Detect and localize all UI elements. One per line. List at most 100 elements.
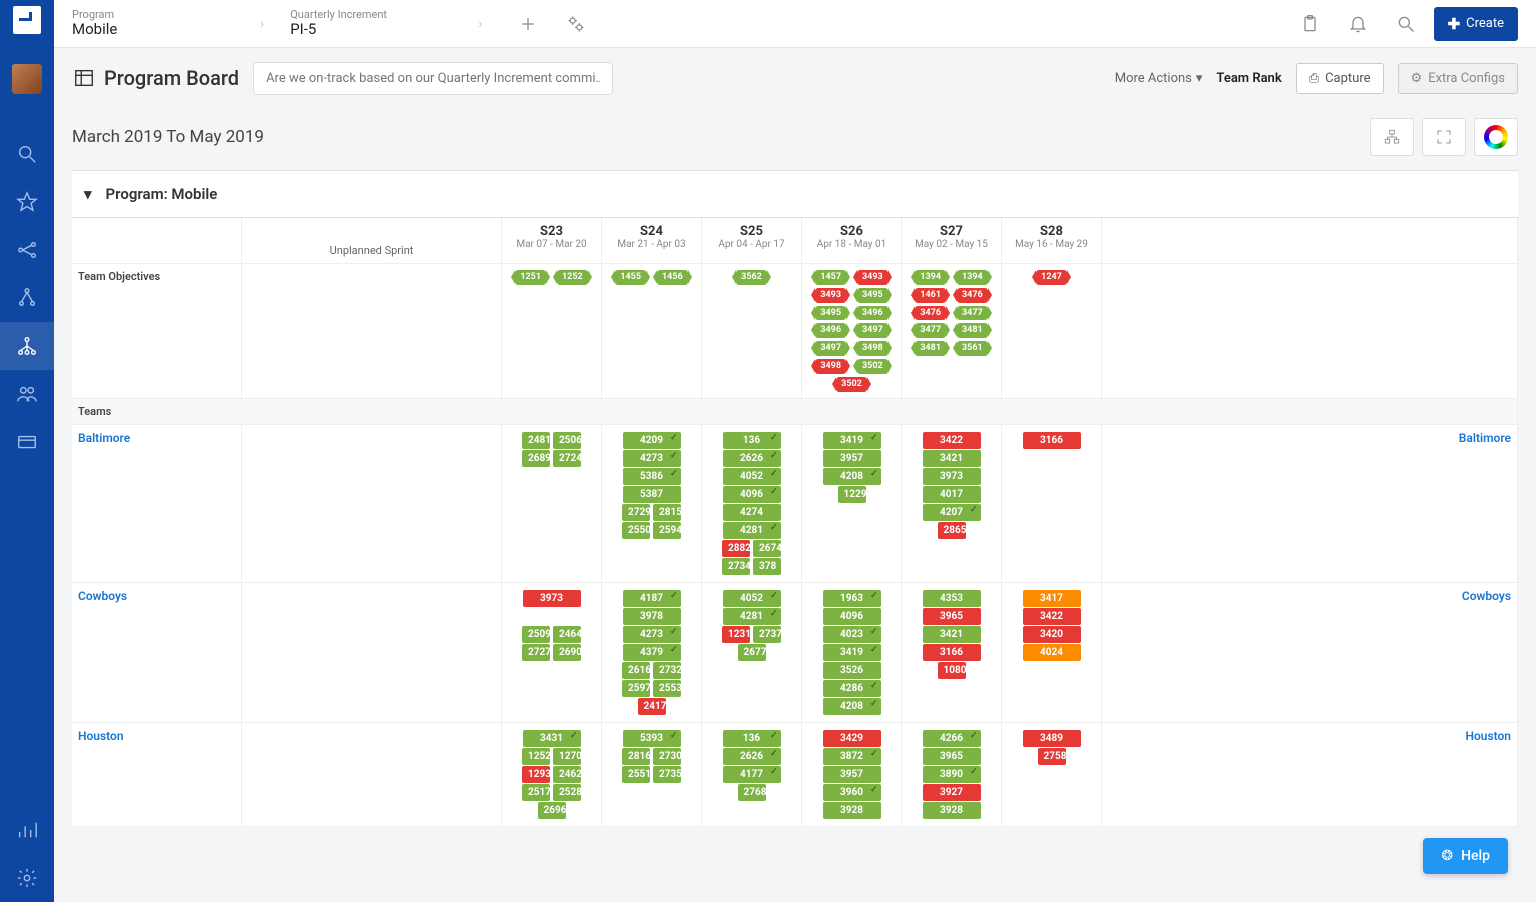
add-icon[interactable]	[516, 12, 540, 36]
work-card[interactable]: 2730	[653, 748, 681, 765]
work-card[interactable]: 3421	[923, 450, 981, 467]
work-card[interactable]: 4096	[723, 486, 781, 503]
objective-chip[interactable]: 1455	[615, 270, 646, 285]
work-card[interactable]: 3526	[823, 662, 881, 679]
work-card[interactable]: 2464	[553, 626, 581, 643]
extra-configs-button[interactable]: ⚙Extra Configs	[1398, 63, 1518, 94]
nav-analytics-icon[interactable]	[0, 806, 54, 854]
help-button[interactable]: ❂ Help	[1423, 838, 1508, 874]
objective-chip[interactable]: 1456	[657, 270, 688, 285]
work-card[interactable]: 1080	[938, 662, 966, 679]
objective-chip[interactable]: 1247	[1036, 270, 1067, 285]
work-card[interactable]: 3429	[823, 730, 881, 747]
work-card[interactable]: 3928	[923, 802, 981, 819]
work-card[interactable]: 2696	[538, 802, 566, 819]
work-card[interactable]: 881	[523, 608, 581, 625]
work-card[interactable]: 4209	[623, 432, 681, 449]
objective-chip[interactable]: 1394	[957, 270, 988, 285]
work-card[interactable]: 3872	[823, 748, 881, 765]
objective-chip[interactable]: 3561	[957, 341, 988, 356]
gears-icon[interactable]	[564, 12, 588, 36]
user-avatar[interactable]	[12, 64, 42, 94]
work-card[interactable]: 4052	[723, 468, 781, 485]
work-card[interactable]: 4207	[923, 504, 981, 521]
work-card[interactable]: 2724	[553, 450, 581, 467]
objective-chip[interactable]: 1252	[557, 270, 588, 285]
work-card[interactable]: 4273	[623, 450, 681, 467]
work-card[interactable]: 2517	[522, 784, 550, 801]
nav-tree-icon[interactable]	[0, 274, 54, 322]
nav-favorites-icon[interactable]	[0, 178, 54, 226]
objective-chip[interactable]: 3493	[857, 270, 888, 285]
work-card[interactable]: 3957	[823, 766, 881, 783]
objective-chip[interactable]: 1461	[915, 288, 946, 303]
work-card[interactable]: 4266	[923, 730, 981, 747]
objective-chip[interactable]: 3562	[736, 270, 767, 285]
work-card[interactable]: 378	[753, 558, 781, 575]
work-card[interactable]: 4023	[823, 626, 881, 643]
clipboard-icon[interactable]	[1298, 12, 1322, 36]
objective-chip[interactable]: 3495	[815, 306, 846, 321]
work-card[interactable]: 4052	[723, 590, 781, 607]
question-input[interactable]	[253, 62, 613, 95]
work-card[interactable]: 4274	[723, 504, 781, 521]
objective-chip[interactable]: 1394	[915, 270, 946, 285]
work-card[interactable]: 3960	[823, 784, 881, 801]
breadcrumb-increment[interactable]: Quarterly Increment PI-5	[290, 9, 450, 38]
work-card[interactable]: 2816	[622, 748, 650, 765]
work-card[interactable]: 3417	[1023, 590, 1081, 607]
objective-chip[interactable]: 3493	[815, 288, 846, 303]
work-card[interactable]: 2506	[553, 432, 581, 449]
work-card[interactable]: 3973	[523, 590, 581, 607]
work-card[interactable]: 2737	[753, 626, 781, 643]
work-card[interactable]: 3166	[923, 644, 981, 661]
work-card[interactable]: 3965	[923, 608, 981, 625]
work-card[interactable]: 2677	[738, 644, 766, 661]
work-card[interactable]: 3422	[1023, 608, 1081, 625]
work-card[interactable]: 4379	[623, 644, 681, 661]
team-row-right-label[interactable]: Houston	[1102, 723, 1518, 827]
objective-chip[interactable]: 3477	[957, 306, 988, 321]
work-card[interactable]: 2729	[622, 504, 650, 521]
work-card[interactable]: 1229	[838, 486, 866, 503]
objective-chip[interactable]: 3481	[957, 323, 988, 338]
work-card[interactable]: 2509	[522, 626, 550, 643]
work-card[interactable]: 3978	[623, 608, 681, 625]
objective-chip[interactable]: 3495	[857, 288, 888, 303]
work-card[interactable]: 2626	[723, 748, 781, 765]
work-card[interactable]: 3419	[823, 644, 881, 661]
more-actions-dropdown[interactable]: More Actions ▾	[1115, 71, 1203, 86]
work-card[interactable]: 2815	[653, 504, 681, 521]
work-card[interactable]: 4187	[623, 590, 681, 607]
team-row-label[interactable]: Cowboys	[72, 583, 242, 723]
app-logo[interactable]	[13, 6, 41, 34]
work-card[interactable]: 1231	[722, 626, 750, 643]
work-card[interactable]: 3166	[1023, 432, 1081, 449]
work-card[interactable]: 2462	[553, 766, 581, 783]
search-icon[interactable]	[1394, 12, 1418, 36]
work-card[interactable]: 4353	[923, 590, 981, 607]
objective-chip[interactable]: 3498	[815, 359, 846, 374]
work-card[interactable]: 4286	[823, 680, 881, 697]
objective-chip[interactable]: 3481	[915, 341, 946, 356]
create-button[interactable]: ✚Create	[1434, 7, 1518, 41]
work-card[interactable]: 3928	[823, 802, 881, 819]
work-card[interactable]: 3421	[923, 626, 981, 643]
work-card[interactable]: 3957	[823, 450, 881, 467]
work-card[interactable]: 2417	[638, 698, 666, 715]
work-card[interactable]: 2481	[522, 432, 550, 449]
work-card[interactable]: 2689	[522, 450, 550, 467]
work-card[interactable]: 1963	[823, 590, 881, 607]
objective-chip[interactable]: 3496	[815, 323, 846, 338]
objective-chip[interactable]: 3502	[836, 377, 867, 392]
work-card[interactable]: 2550	[622, 522, 650, 539]
work-card[interactable]: 1293	[522, 766, 550, 783]
team-row-label[interactable]: Baltimore	[72, 425, 242, 583]
work-card[interactable]: 2734	[722, 558, 750, 575]
work-card[interactable]: 2594	[653, 522, 681, 539]
objective-chip[interactable]: 3502	[857, 359, 888, 374]
work-card[interactable]: 2768	[738, 784, 766, 801]
work-card[interactable]: 3489	[1023, 730, 1081, 747]
work-card[interactable]: 4281	[723, 522, 781, 539]
work-card[interactable]: 3927	[923, 784, 981, 801]
